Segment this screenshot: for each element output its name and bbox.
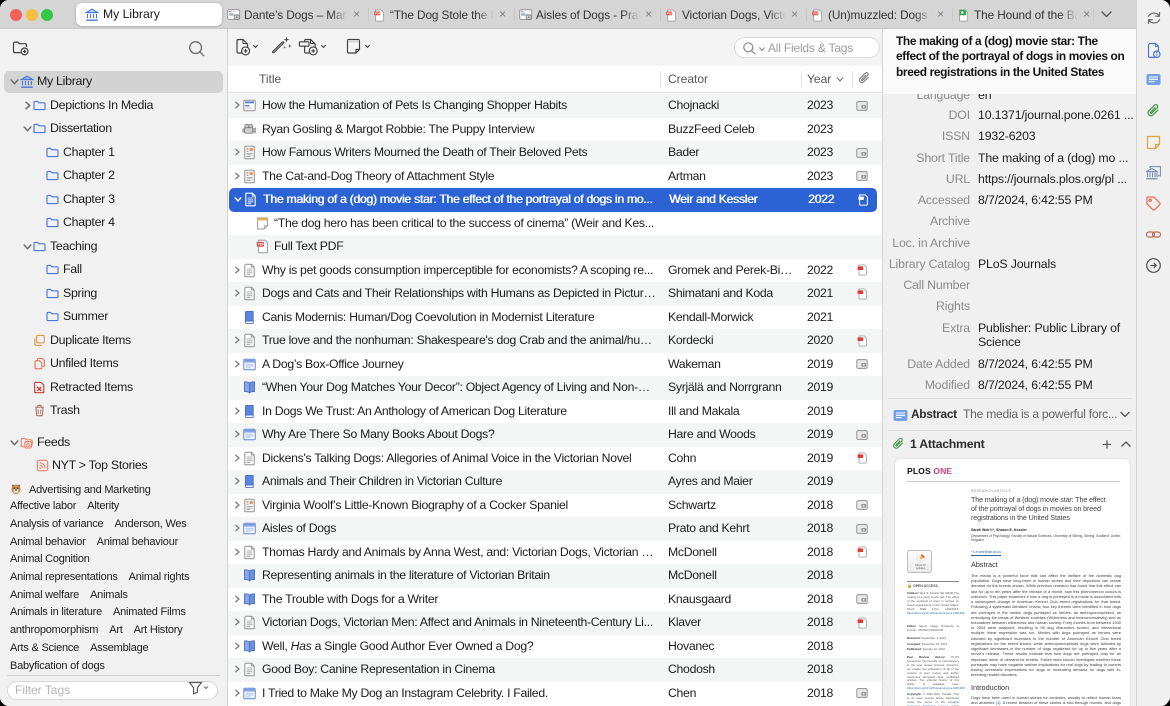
svg-text:PDF: PDF (667, 12, 673, 16)
svg-text:PDF: PDF (375, 12, 381, 16)
svg-text:PDF: PDF (813, 12, 819, 16)
svg-text:PDF: PDF (258, 243, 265, 247)
